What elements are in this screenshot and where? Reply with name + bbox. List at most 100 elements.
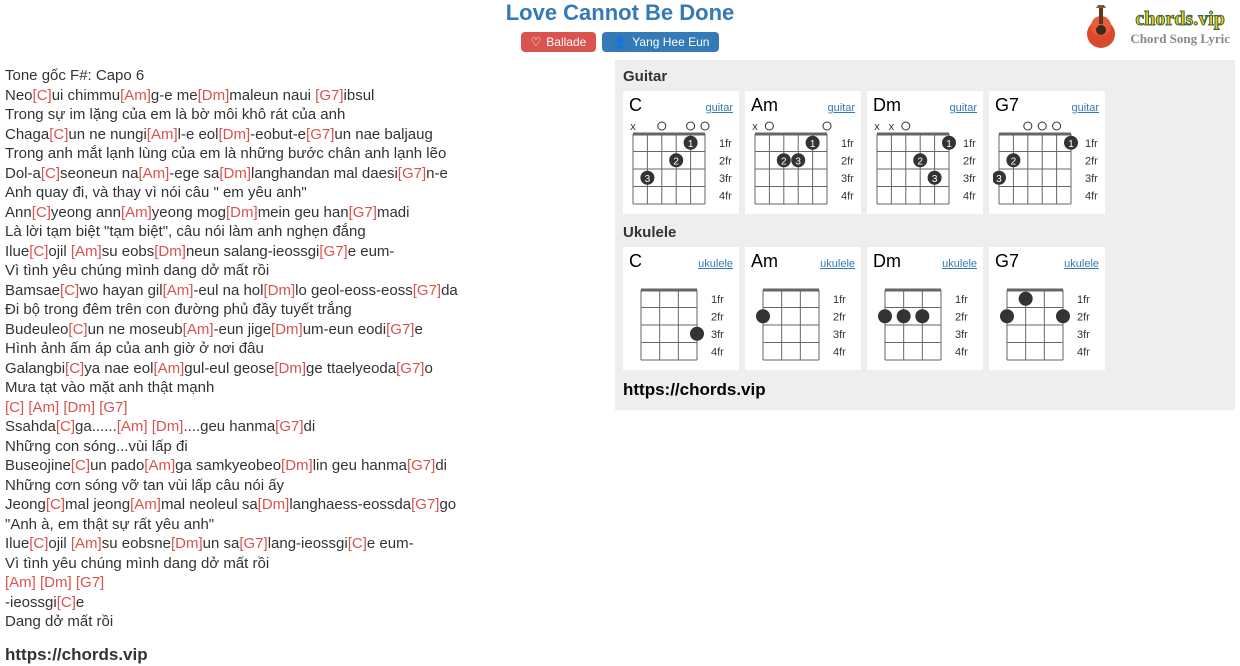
lyric-line: Dol-a[C]seoneun na[Am]-ege sa[Dm]langhan… [5,164,605,184]
ukulele-chord-diagram: Dmukulele1fr2fr3fr4fr [867,247,983,370]
chord-inline: [C] [49,126,68,143]
instrument-link[interactable]: ukulele [942,258,977,270]
chord-name: Am [751,95,778,116]
lyric-line: Là lời tạm biệt "tạm biệt", câu nói làm … [5,222,605,242]
svg-text:1fr: 1fr [963,138,976,150]
lyric-line: Neo[C]ui chimmu[Am]g-e me[Dm]maleun naui… [5,86,605,106]
logo-line1: chords.vip [1130,8,1230,31]
lyrics-footer-url: https://chords.vip [5,644,605,666]
chord-inline: [Dm] [198,87,230,104]
chord-inline: [Dm] [281,457,313,474]
svg-text:3fr: 3fr [841,173,854,185]
ukulele-diagrams: Cukulele1fr2fr3fr4frAmukulele1fr2fr3fr4f… [623,247,1227,370]
svg-text:3fr: 3fr [719,173,732,185]
lyric-line: [C] [Am] [Dm] [G7] [5,398,605,418]
instrument-link[interactable]: ukulele [698,258,733,270]
chord-inline: [Am] [138,165,169,182]
lyric-line: Ilue[C]ojil [Am]su eobs[Dm]neun salang-i… [5,242,605,262]
svg-text:3fr: 3fr [1085,173,1098,185]
chord-inline: [Am] [121,204,152,221]
lyric-line: Ann[C]yeong ann[Am]yeong mog[Dm]mein geu… [5,203,605,223]
chord-name: C [629,251,642,272]
chord-inline: [C] [71,457,90,474]
instrument-link[interactable]: ukulele [1064,258,1099,270]
svg-text:4fr: 4fr [711,346,724,358]
chord-inline: [G7] [407,457,435,474]
instrument-link[interactable]: ukulele [820,258,855,270]
chord-inline: [G7] [386,321,414,338]
chord-inline: [C] [5,399,24,416]
chord-inline: [G7] [275,418,303,435]
sidebar-url: https://chords.vip [623,380,1227,400]
chord-inline: [Dm] [152,418,184,435]
chord-inline: [Dm] [271,321,303,338]
svg-text:2fr: 2fr [833,311,846,323]
lyric-line: Anh quay đi, và thay vì nói câu " em yêu… [5,183,605,203]
chord-inline: [Am] [183,321,214,338]
svg-text:2fr: 2fr [841,155,854,167]
svg-text:3: 3 [932,174,938,185]
instrument-link[interactable]: guitar [1071,102,1099,114]
chord-inline: [Dm] [258,496,290,513]
guitar-diagrams: Cguitarx1231fr2fr3fr4frAmguitarx1231fr2f… [623,91,1227,214]
lyric-line: Trong sự im lặng của em là bờ môi khô rá… [5,105,605,125]
chord-inline: [G7] [349,204,377,221]
chord-inline: [G7] [319,243,347,260]
chord-inline: [Am] [71,535,102,552]
chord-inline: [Dm] [226,204,258,221]
guitar-chord-diagram: Dmguitarxx1231fr2fr3fr4fr [867,91,983,214]
genre-badge[interactable]: ♡ Ballade [521,32,597,52]
svg-text:4fr: 4fr [719,190,732,202]
lyric-line: Ilue[C]ojil [Am]su eobsne[Dm]un sa[G7]la… [5,534,605,554]
lyric-line: [Am] [Dm] [G7] [5,573,605,593]
svg-text:2fr: 2fr [1085,155,1098,167]
chord-inline: [G7] [76,574,104,591]
guitar-section-title: Guitar [623,68,1227,85]
chord-inline: [C] [29,243,48,260]
chord-inline: [C] [29,535,48,552]
heart-icon: ♡ [531,35,542,49]
page-title: Love Cannot Be Done [0,0,1240,26]
lyric-line: Những con sóng...vùi lấp đi [5,437,605,457]
chord-inline: [C] [65,360,84,377]
chord-inline: [G7] [411,496,439,513]
chord-inline: [C] [57,594,76,611]
svg-text:4fr: 4fr [833,346,846,358]
svg-text:3fr: 3fr [955,329,968,341]
svg-text:3fr: 3fr [1077,329,1090,341]
svg-text:x: x [630,121,636,133]
chord-inline: [G7] [99,399,127,416]
instrument-link[interactable]: guitar [827,102,855,114]
chord-inline: [Am] [71,243,102,260]
svg-text:1: 1 [946,139,952,150]
svg-text:2: 2 [781,156,787,167]
svg-text:1: 1 [688,139,694,150]
lyric-line: -ieossgi[C]e [5,593,605,613]
lyric-line: Ssahda[C]ga......[Am] [Dm]....geu hanma[… [5,417,605,437]
svg-text:1fr: 1fr [1085,138,1098,150]
svg-text:4fr: 4fr [963,190,976,202]
site-logo[interactable]: chords.vip Chord Song Lyric [1078,4,1230,50]
lyric-line: Dang dở mất rồi [5,612,605,632]
genre-label: Ballade [546,35,586,49]
guitar-chord-diagram: Amguitarx1231fr2fr3fr4fr [745,91,861,214]
chord-diagrams-panel: Guitar Cguitar x 1 2 3 1fr 2fr 3fr 4fr Am guitar x 1… [615,60,1235,410]
svg-text:x: x [874,121,880,133]
svg-text:2fr: 2fr [963,155,976,167]
chord-name: C [629,95,642,116]
guitar-chord-diagram: G7guitar1231fr2fr3fr4fr [989,91,1105,214]
svg-text:1fr: 1fr [711,294,724,306]
lyric-line: Bamsae[C]wo hayan gil[Am]-eul na hol[Dm]… [5,281,605,301]
chord-inline: [C] [33,87,52,104]
instrument-link[interactable]: guitar [949,102,977,114]
artist-badge[interactable]: 👤 Yang Hee Eun [602,32,719,52]
instrument-link[interactable]: guitar [705,102,733,114]
svg-text:4fr: 4fr [1085,190,1098,202]
chord-inline: [C] [32,204,51,221]
person-icon: 👤 [612,35,627,49]
svg-text:3fr: 3fr [711,329,724,341]
svg-text:1fr: 1fr [955,294,968,306]
badges: ♡ Ballade 👤 Yang Hee Eun [0,32,1240,52]
chord-inline: [Am] [117,418,148,435]
chord-inline: [G7] [396,360,424,377]
